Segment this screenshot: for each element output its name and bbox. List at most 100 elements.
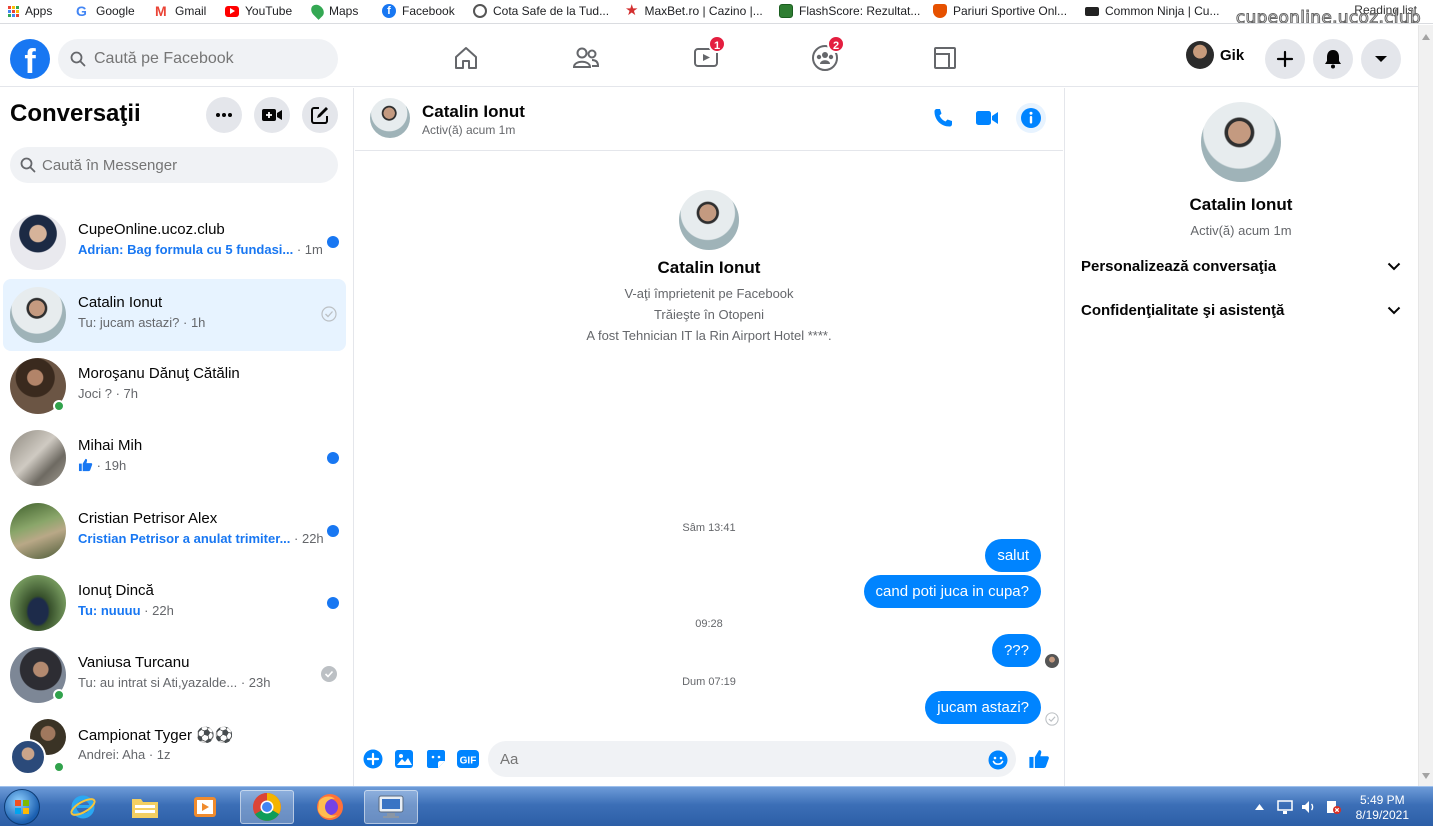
conversation-item[interactable]: Cristian Petrisor Alex Cristian Petrisor… — [3, 495, 346, 567]
plus-circle-icon — [363, 749, 383, 769]
online-indicator — [53, 761, 65, 773]
gaming-icon — [934, 47, 956, 69]
svg-text:GIF: GIF — [460, 756, 477, 767]
thumbs-up-icon — [1029, 750, 1049, 768]
nav-friends[interactable] — [566, 39, 606, 77]
nav-watch[interactable]: 1 — [686, 35, 726, 77]
bookmark-pariuri[interactable]: Pariuri Sportive Onl... — [933, 4, 1067, 18]
conversation-item[interactable]: Ionuţ Dincă Tu: nuuuu · 22h — [3, 567, 346, 639]
bell-icon — [1325, 50, 1341, 69]
conversation-info-button[interactable] — [1016, 103, 1046, 133]
taskbar-chrome[interactable] — [240, 790, 294, 824]
conversation-item[interactable]: Vaniusa Turcanu Tu: au intrat si Ati,yaz… — [3, 639, 346, 711]
bookmark-maps[interactable]: Maps — [308, 2, 358, 20]
notifications-button[interactable] — [1313, 39, 1353, 79]
send-like-button[interactable] — [1028, 748, 1050, 775]
bookmark-apps[interactable]: Apps — [8, 4, 52, 18]
volume-icon[interactable] — [1301, 799, 1317, 815]
conversation-name: Campionat Tyger ⚽⚽ — [78, 727, 234, 744]
media-player-icon — [194, 797, 216, 817]
facebook-search[interactable] — [58, 39, 338, 79]
facebook-logo[interactable]: f — [10, 39, 50, 79]
message-timestamp: Sâm 13:41 — [682, 522, 736, 534]
bookmark-flashscore[interactable]: FlashScore: Rezultat... — [779, 4, 920, 18]
bookmark-youtube[interactable]: YouTube — [225, 4, 292, 18]
show-hidden-icons-icon[interactable] — [1255, 804, 1264, 810]
conversation-item[interactable]: Moroşanu Dănuţ Cătălin Joci ? · 7h — [3, 350, 346, 422]
conversation-item[interactable]: Campionat Tyger ⚽⚽ Andrei: Aha · 1z — [3, 711, 346, 783]
message-bubble[interactable]: cand poti juca in cupa? — [863, 575, 1041, 608]
conversation-item[interactable]: CupeOnline.ucoz.club Adrian: Bag formula… — [3, 206, 346, 278]
conversation-name: Vaniusa Turcanu — [78, 654, 190, 671]
taskbar-file-explorer[interactable] — [118, 790, 172, 824]
messenger-search[interactable] — [10, 147, 338, 183]
customize-chat-row[interactable]: Personalizează conversaţia — [1081, 258, 1401, 275]
network-icon[interactable] — [1277, 799, 1293, 815]
account-menu-button[interactable] — [1361, 39, 1401, 79]
watch-badge: 1 — [708, 35, 726, 53]
search-icon — [70, 51, 86, 67]
bookmark-gmail[interactable]: M Gmail — [155, 4, 206, 18]
avatar[interactable] — [370, 98, 410, 138]
bookmark-cota-safe[interactable]: Cota Safe de la Tud... — [473, 4, 609, 18]
read-receipt-avatar — [1045, 654, 1059, 668]
bookmark-maxbet[interactable]: ★ MaxBet.ro | Cazino |... — [625, 2, 763, 19]
video-camera-icon — [976, 111, 998, 125]
profile-chip[interactable]: Gik — [1186, 41, 1244, 69]
chat-contact-status: Activ(ă) acum 1m — [422, 123, 516, 137]
message-bubble[interactable]: ??? — [991, 634, 1041, 667]
conversation-preview: Joci ? · 7h — [78, 386, 138, 401]
page-scrollbar[interactable] — [1418, 25, 1433, 786]
nav-home[interactable] — [446, 39, 486, 77]
chevron-down-icon — [1387, 262, 1401, 271]
messenger-search-input[interactable] — [42, 156, 322, 174]
unread-dot — [327, 236, 339, 248]
phone-icon — [934, 109, 952, 127]
nav-groups[interactable]: 2 — [805, 35, 845, 77]
conversation-item[interactable]: Mihai Mih · 19h — [3, 422, 346, 494]
attach-photo-button[interactable] — [394, 749, 414, 774]
star-icon: ★ — [625, 2, 639, 19]
voice-call-button[interactable] — [929, 104, 957, 132]
new-message-button[interactable] — [302, 97, 338, 133]
message-input[interactable] — [500, 750, 970, 768]
nav-gaming[interactable] — [925, 39, 965, 77]
conversation-preview: Tu: au intrat si Ati,yazalde... · 23h — [78, 675, 271, 690]
bookmark-google[interactable]: G Google — [76, 4, 135, 18]
system-clock[interactable]: 5:49 PM 8/19/2021 — [1356, 793, 1409, 823]
action-center-icon[interactable] — [1325, 799, 1341, 815]
emoji-button[interactable] — [988, 750, 1008, 775]
taskbar-media-player[interactable] — [178, 790, 232, 824]
avatar[interactable] — [679, 190, 739, 250]
video-call-button[interactable] — [973, 104, 1001, 132]
avatar[interactable] — [1201, 102, 1281, 182]
taskbar-firefox[interactable] — [303, 790, 357, 824]
taskbar-remote-desktop[interactable] — [364, 790, 418, 824]
message-input-wrapper[interactable] — [488, 741, 1016, 777]
new-room-button[interactable] — [254, 97, 290, 133]
globe-icon — [473, 4, 487, 18]
chat-contact-name[interactable]: Catalin Ionut — [422, 102, 525, 122]
privacy-support-row[interactable]: Confidenţialitate şi asistenţă — [1081, 302, 1401, 319]
sticker-button[interactable] — [426, 749, 446, 774]
more-actions-button[interactable] — [363, 749, 383, 774]
bookmark-common-ninja[interactable]: Common Ninja | Cu... — [1085, 4, 1220, 18]
start-button[interactable] — [4, 789, 40, 825]
create-button[interactable] — [1265, 39, 1305, 79]
taskbar-internet-explorer[interactable] — [56, 790, 110, 824]
bookmark-facebook[interactable]: f Facebook — [382, 4, 455, 18]
online-indicator — [53, 689, 65, 701]
more-options-button[interactable] — [206, 97, 242, 133]
search-icon — [20, 157, 36, 173]
message-bubble[interactable]: salut — [985, 539, 1041, 572]
facebook-search-input[interactable] — [94, 50, 314, 68]
conversation-name: Mihai Mih — [78, 437, 143, 454]
gif-button[interactable]: GIF — [457, 749, 479, 774]
internet-explorer-icon — [70, 795, 96, 819]
conversation-item[interactable]: Catalin Ionut Tu: jucam astazi? · 1h — [3, 279, 346, 351]
intro-name: Catalin Ionut — [657, 258, 761, 277]
message-bubble[interactable]: jucam astazi? — [925, 691, 1041, 724]
clock-date: 8/19/2021 — [1355, 808, 1409, 822]
image-icon — [395, 750, 413, 768]
avatar — [1186, 41, 1214, 69]
